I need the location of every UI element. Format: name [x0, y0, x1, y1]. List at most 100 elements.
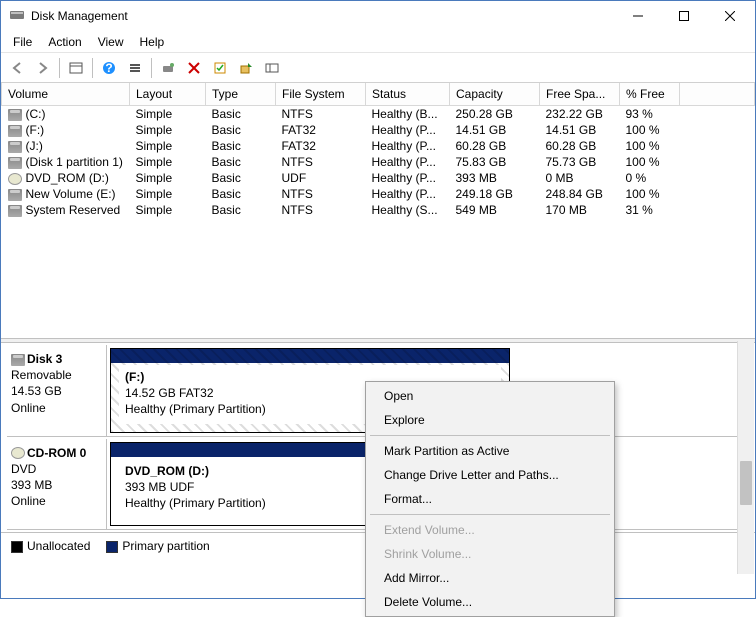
- cell-layout: Simple: [130, 122, 206, 138]
- volume-name: (F:): [26, 123, 45, 137]
- delete-button[interactable]: [182, 56, 206, 80]
- menu-separator: [370, 435, 610, 436]
- cell-pct: 100 %: [620, 138, 680, 154]
- cell-capacity: 250.28 GB: [450, 106, 540, 123]
- cell-layout: Simple: [130, 186, 206, 202]
- cell-layout: Simple: [130, 106, 206, 123]
- minimize-button[interactable]: [615, 1, 661, 31]
- cell-fs: UDF: [276, 170, 366, 186]
- cell-capacity: 60.28 GB: [450, 138, 540, 154]
- cell-pct: 100 %: [620, 154, 680, 170]
- volume-icon: [8, 141, 22, 153]
- table-header-row: Volume Layout Type File System Status Ca…: [2, 83, 755, 106]
- cell-fs: NTFS: [276, 186, 366, 202]
- col-capacity[interactable]: Capacity: [450, 83, 540, 106]
- maximize-button[interactable]: [661, 1, 707, 31]
- menu-item-format[interactable]: Format...: [368, 487, 612, 511]
- volume-icon: [8, 125, 22, 137]
- cell-capacity: 549 MB: [450, 202, 540, 218]
- col-volume[interactable]: Volume: [2, 83, 130, 106]
- cell-capacity: 249.18 GB: [450, 186, 540, 202]
- svg-text:?: ?: [105, 61, 112, 75]
- help-button[interactable]: ?: [97, 56, 121, 80]
- menu-item-mark-partition-as-active[interactable]: Mark Partition as Active: [368, 439, 612, 463]
- show-hide-console-button[interactable]: [64, 56, 88, 80]
- col-layout[interactable]: Layout: [130, 83, 206, 106]
- volume-icon: [8, 157, 22, 169]
- cell-fs: NTFS: [276, 154, 366, 170]
- cell-type: Basic: [206, 106, 276, 123]
- col-extra[interactable]: [680, 83, 755, 106]
- cell-free: 170 MB: [540, 202, 620, 218]
- disk-pane-scrollbar[interactable]: [737, 341, 754, 574]
- menu-view[interactable]: View: [90, 33, 132, 51]
- menu-item-shrink-volume: Shrink Volume...: [368, 542, 612, 566]
- cell-fs: FAT32: [276, 138, 366, 154]
- list-view-button[interactable]: [123, 56, 147, 80]
- cell-layout: Simple: [130, 170, 206, 186]
- col-pctfree[interactable]: % Free: [620, 83, 680, 106]
- cell-capacity: 75.83 GB: [450, 154, 540, 170]
- col-type[interactable]: Type: [206, 83, 276, 106]
- menu-item-explore[interactable]: Explore: [368, 408, 612, 432]
- menu-item-open[interactable]: Open: [368, 384, 612, 408]
- cell-layout: Simple: [130, 138, 206, 154]
- cell-status: Healthy (P...: [366, 170, 450, 186]
- table-row[interactable]: New Volume (E:)SimpleBasicNTFSHealthy (P…: [2, 186, 755, 202]
- cell-pct: 100 %: [620, 122, 680, 138]
- cell-pct: 100 %: [620, 186, 680, 202]
- cell-type: Basic: [206, 122, 276, 138]
- table-row[interactable]: (F:) SimpleBasicFAT32Healthy (P...14.51 G…: [2, 122, 755, 138]
- properties-button[interactable]: [208, 56, 232, 80]
- disk-info: CD-ROM 0DVD393 MBOnline: [7, 439, 107, 530]
- app-icon: [9, 8, 25, 24]
- volume-name: (J:): [26, 139, 43, 153]
- partition-header: [111, 349, 509, 363]
- rescan-disks-button[interactable]: [156, 56, 180, 80]
- volume-icon: [8, 189, 22, 201]
- volume-icon: [8, 173, 22, 185]
- cell-pct: 31 %: [620, 202, 680, 218]
- table-row[interactable]: (Disk 1 partition 1)SimpleBasicNTFSHealt…: [2, 154, 755, 170]
- back-button[interactable]: [5, 56, 29, 80]
- cell-capacity: 14.51 GB: [450, 122, 540, 138]
- volume-table: Volume Layout Type File System Status Ca…: [1, 83, 755, 338]
- disk-info: Disk 3Removable14.53 GBOnline: [7, 345, 107, 436]
- cell-type: Basic: [206, 202, 276, 218]
- volume-name: (C:): [26, 107, 46, 121]
- table-row[interactable]: System ReservedSimpleBasicNTFSHealthy (S…: [2, 202, 755, 218]
- table-row[interactable]: DVD_ROM (D:)SimpleBasicUDFHealthy (P...3…: [2, 170, 755, 186]
- disk-info-line: Removable: [11, 368, 72, 382]
- menu-separator: [370, 514, 610, 515]
- table-row[interactable]: (J:)SimpleBasicFAT32Healthy (P...60.28 G…: [2, 138, 755, 154]
- cell-free: 60.28 GB: [540, 138, 620, 154]
- menu-help[interactable]: Help: [132, 33, 173, 51]
- pane-splitter[interactable]: [1, 338, 755, 343]
- menu-file[interactable]: File: [5, 33, 40, 51]
- cell-status: Healthy (P...: [366, 122, 450, 138]
- table-row[interactable]: (C:)SimpleBasicNTFSHealthy (B...250.28 G…: [2, 106, 755, 123]
- cell-free: 75.73 GB: [540, 154, 620, 170]
- disk-info-line: DVD: [11, 462, 36, 476]
- col-status[interactable]: Status: [366, 83, 450, 106]
- scrollbar-thumb[interactable]: [740, 461, 752, 505]
- close-button[interactable]: [707, 1, 753, 31]
- volume-icon: [8, 205, 22, 217]
- disk-icon: [11, 447, 25, 459]
- settings-button[interactable]: [260, 56, 284, 80]
- menu-action[interactable]: Action: [40, 33, 89, 51]
- col-filesystem[interactable]: File System: [276, 83, 366, 106]
- menu-item-delete-volume[interactable]: Delete Volume...: [368, 590, 612, 614]
- forward-button[interactable]: [31, 56, 55, 80]
- col-freespace[interactable]: Free Spa...: [540, 83, 620, 106]
- menu-item-add-mirror[interactable]: Add Mirror...: [368, 566, 612, 590]
- volume-icon: [8, 109, 22, 121]
- context-menu: OpenExplore Mark Partition as ActiveChang…: [365, 381, 615, 617]
- menu-item-change-drive-letter-and-paths[interactable]: Change Drive Letter and Paths...: [368, 463, 612, 487]
- cell-fs: FAT32: [276, 122, 366, 138]
- cell-pct: 93 %: [620, 106, 680, 123]
- cell-status: Healthy (P...: [366, 154, 450, 170]
- cell-type: Basic: [206, 186, 276, 202]
- refresh-button[interactable]: [234, 56, 258, 80]
- window-title: Disk Management: [31, 9, 615, 23]
